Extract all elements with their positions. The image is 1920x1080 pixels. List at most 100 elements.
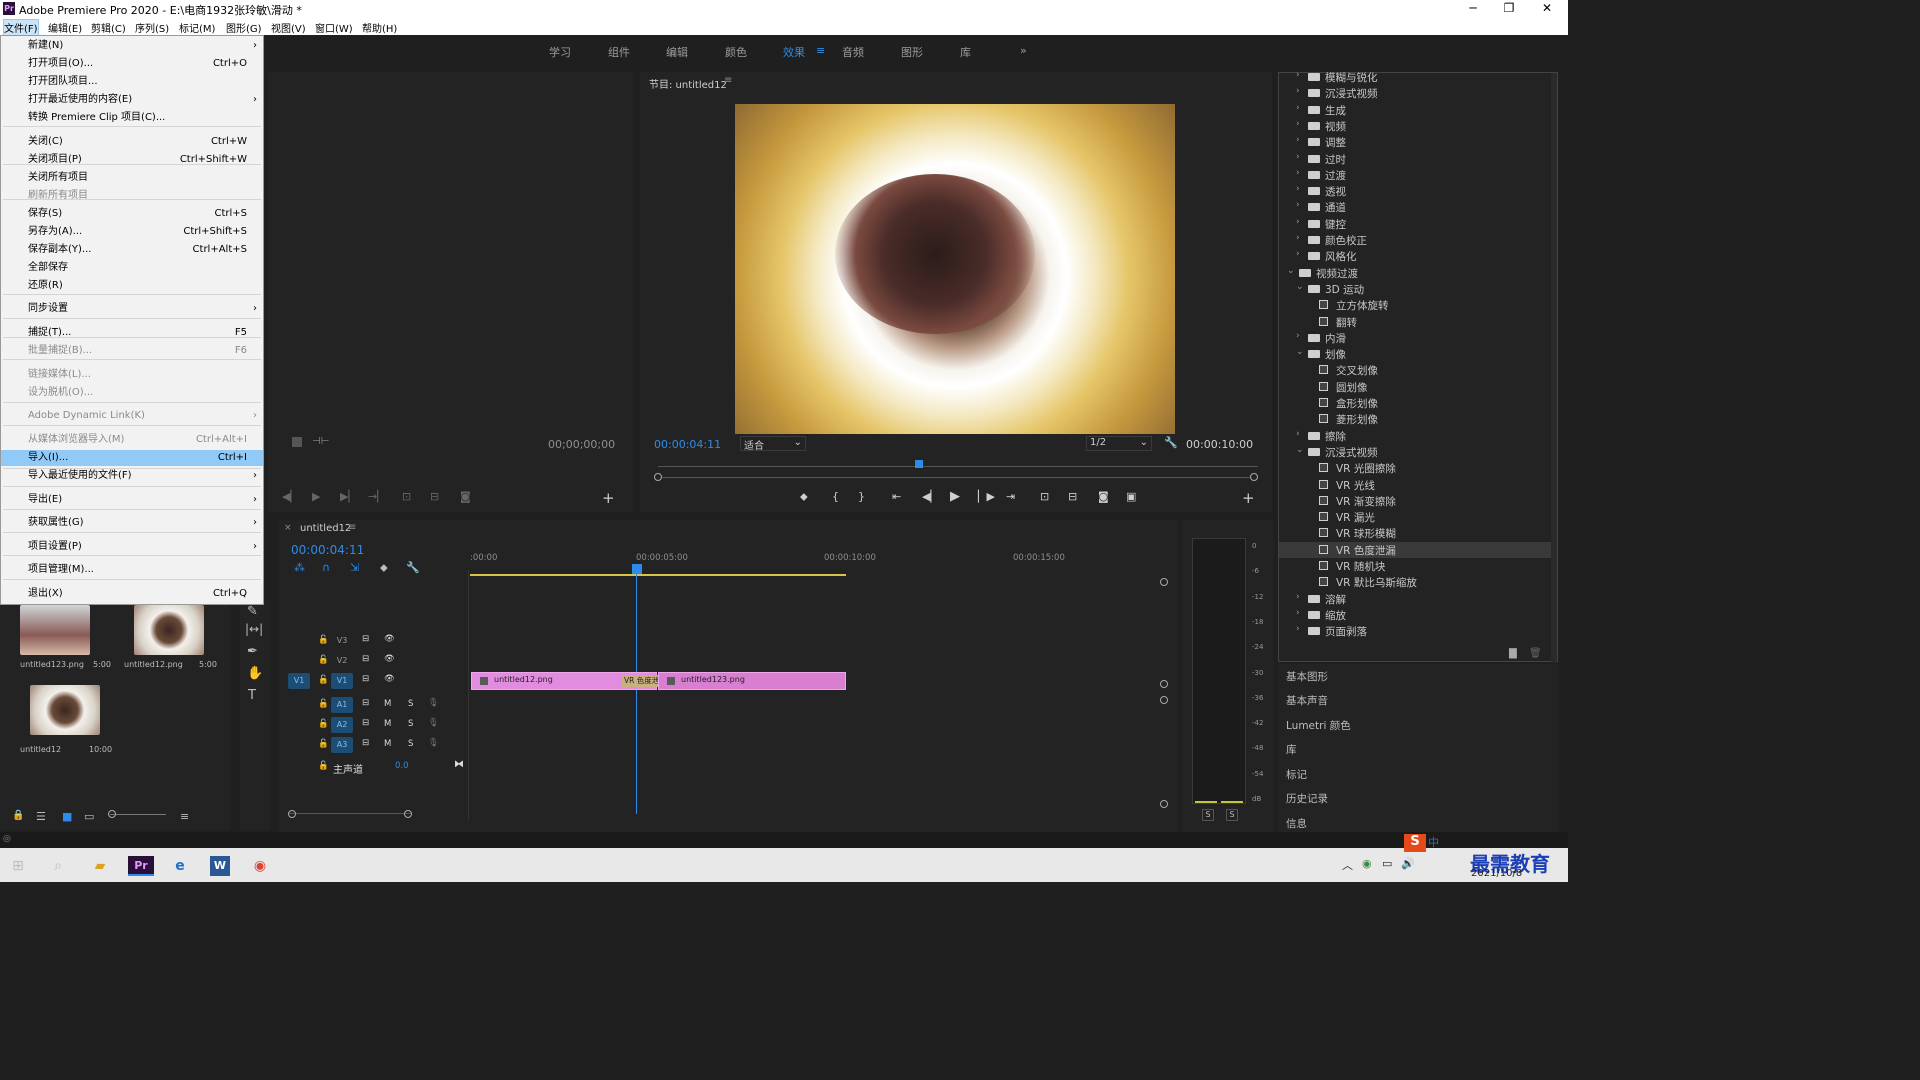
chevron-right-icon[interactable]: › xyxy=(1296,184,1300,194)
effects-item[interactable]: 翻转 xyxy=(1279,314,1555,330)
edge-icon[interactable]: e xyxy=(170,856,190,876)
chevron-right-icon[interactable]: › xyxy=(1296,249,1300,259)
track-lock-icon[interactable]: 🔓 xyxy=(318,699,329,709)
menu-edit[interactable]: 编辑(E) xyxy=(48,20,82,35)
ime-mode[interactable]: 中 xyxy=(1428,834,1439,850)
chevron-down-icon[interactable]: ⌄ xyxy=(1296,282,1304,292)
sync-lock-icon[interactable]: ⊟ xyxy=(362,738,369,748)
effects-folder[interactable]: › 颜色校正 xyxy=(1279,232,1555,248)
microphone-icon[interactable]: 🎙 xyxy=(428,718,439,728)
file-menu-item[interactable]: 导入最近使用的文件(F) › xyxy=(1,468,263,484)
file-menu-item[interactable]: 从媒体浏览器导入(M) Ctrl+Alt+I xyxy=(1,432,263,448)
track-lock-icon[interactable]: 🔓 xyxy=(318,739,329,749)
menu-help[interactable]: 帮助(H) xyxy=(362,20,397,35)
effects-folder[interactable]: › 风格化 xyxy=(1279,248,1555,264)
chevron-right-icon[interactable]: › xyxy=(1296,119,1300,129)
effects-folder[interactable]: › 过时 xyxy=(1279,151,1555,167)
program-playhead[interactable] xyxy=(915,460,923,468)
effects-folder[interactable]: › 擦除 xyxy=(1279,428,1555,444)
effects-item[interactable]: 立方体旋转 xyxy=(1279,297,1555,313)
source-insert-icon[interactable]: ⊣⊢ xyxy=(312,436,329,447)
effects-folder[interactable]: › 键控 xyxy=(1279,216,1555,232)
file-menu-item[interactable]: 批量捕捉(B)... F6 xyxy=(1,343,263,359)
solo-button[interactable]: S xyxy=(408,699,413,709)
file-menu-item[interactable]: 项目管理(M)... xyxy=(1,562,263,578)
timeline-playhead-handle[interactable] xyxy=(632,564,642,574)
panel-history[interactable]: 历史记录 xyxy=(1286,791,1328,806)
file-menu-item[interactable]: 关闭所有项目 xyxy=(1,170,263,186)
mute-button[interactable]: M xyxy=(384,719,391,729)
track-label[interactable]: A2 xyxy=(331,717,353,733)
file-menu-item[interactable]: 导入(I)... Ctrl+I xyxy=(1,450,263,466)
windows-start-icon[interactable]: ⊞ xyxy=(8,856,28,876)
transition-block[interactable]: VR 色度泄 xyxy=(622,675,658,687)
effects-scrollbar[interactable] xyxy=(1551,73,1557,663)
effects-item[interactable]: VR 色度泄漏 xyxy=(1279,541,1555,558)
effects-folder[interactable]: › 视频 xyxy=(1279,118,1555,134)
menu-window[interactable]: 窗口(W) xyxy=(315,20,353,35)
effects-item[interactable]: VR 默比乌斯缩放 xyxy=(1279,574,1555,590)
track-label[interactable]: V2 xyxy=(331,653,353,669)
close-icon[interactable]: ✕ xyxy=(1537,1,1557,15)
source-patch-v1[interactable]: V1 xyxy=(288,673,310,689)
file-menu-item[interactable]: 项目设置(P) › xyxy=(1,539,263,555)
effects-folder[interactable]: ⌄ 视频过渡 xyxy=(1279,265,1555,281)
track-label[interactable]: A1 xyxy=(331,697,353,713)
track-lock-icon[interactable]: 🔓 xyxy=(318,719,329,729)
go-out-icon[interactable]: →▏ xyxy=(368,490,386,503)
add-marker-icon[interactable]: ⬥ xyxy=(800,490,808,504)
solo-left-button[interactable]: S xyxy=(1202,809,1214,821)
settings-wrench-icon[interactable]: 🔧 xyxy=(406,561,420,574)
extract-icon[interactable]: ⊟ xyxy=(1068,490,1077,503)
file-menu-item[interactable]: 还原(R) xyxy=(1,278,263,294)
effects-item[interactable]: VR 光圈擦除 xyxy=(1279,460,1555,476)
workspace-more-icon[interactable]: » xyxy=(1020,44,1027,57)
file-menu-item[interactable]: 打开最近使用的内容(E) › xyxy=(1,92,263,108)
word-icon[interactable]: W xyxy=(210,856,230,876)
delete-icon[interactable]: 🗑 xyxy=(1529,648,1542,659)
zoom-slider[interactable] xyxy=(110,814,166,815)
tray-app-icon[interactable]: ◉ xyxy=(1362,857,1372,870)
effects-item[interactable]: VR 漏光 xyxy=(1279,509,1555,525)
sync-lock-icon[interactable]: ⊟ xyxy=(362,718,369,728)
file-menu-item[interactable]: Adobe Dynamic Link(K) › xyxy=(1,408,263,424)
sync-lock-icon[interactable]: ⊟ xyxy=(362,634,369,644)
timeline-clip[interactable]: untitled12.png VR 色度泄 xyxy=(471,672,658,690)
workspace-graphics[interactable]: 图形 xyxy=(901,44,923,60)
workspace-effects[interactable]: 效果 xyxy=(783,44,805,60)
play-icon[interactable]: ▶ xyxy=(950,489,960,504)
chevron-right-icon[interactable]: › xyxy=(1296,331,1300,341)
effects-folder[interactable]: › 缩放 xyxy=(1279,607,1555,623)
chevron-right-icon[interactable]: › xyxy=(1296,200,1300,210)
file-menu-item[interactable]: 退出(X) Ctrl+Q xyxy=(1,586,263,602)
work-area-bar[interactable] xyxy=(470,574,846,576)
linked-selection-icon[interactable]: ⇲ xyxy=(350,561,359,574)
effects-folder[interactable]: › 内滑 xyxy=(1279,330,1555,346)
menu-file[interactable]: 文件(F) xyxy=(3,19,39,36)
snap-icon[interactable]: ∩ xyxy=(322,561,330,574)
effects-item[interactable]: 菱形划像 xyxy=(1279,411,1555,427)
menu-graphics[interactable]: 图形(G) xyxy=(226,20,262,35)
vertical-scroll-handle[interactable] xyxy=(1160,578,1168,586)
effects-item[interactable]: VR 光线 xyxy=(1279,477,1555,493)
effects-item[interactable]: 圆划像 xyxy=(1279,379,1555,395)
workspace-menu-icon[interactable]: ≡ xyxy=(816,44,825,57)
razor-icon[interactable]: ✎ xyxy=(247,604,258,619)
panel-essential-sound[interactable]: 基本声音 xyxy=(1286,693,1328,708)
mark-in-icon[interactable]: ◀▏ xyxy=(282,490,299,503)
add-marker-icon[interactable]: ⬥ xyxy=(380,561,388,575)
file-menu-item[interactable]: 转换 Premiere Clip 项目(C)... xyxy=(1,110,263,126)
menu-markers[interactable]: 标记(M) xyxy=(179,20,215,35)
effects-folder[interactable]: › 透视 xyxy=(1279,183,1555,199)
step-back-icon[interactable]: ◀▏ xyxy=(922,490,939,503)
file-menu-item[interactable]: 保存副本(Y)... Ctrl+Alt+S xyxy=(1,242,263,258)
go-to-end-icon[interactable]: ⧓ xyxy=(454,759,464,770)
network-icon[interactable]: ▭ xyxy=(1382,857,1392,870)
zoom-slider-handle[interactable] xyxy=(108,810,116,818)
track-lock-icon[interactable]: 🔓 xyxy=(318,655,329,665)
fit-dropdown[interactable]: 适合 ⌄ xyxy=(740,436,806,452)
file-menu-item[interactable]: 刷新所有项目 xyxy=(1,188,263,204)
list-view-icon[interactable]: ☰ xyxy=(36,810,46,823)
chevron-right-icon[interactable]: › xyxy=(1296,217,1300,227)
effects-folder[interactable]: ⌄ 3D 运动 xyxy=(1279,281,1555,297)
